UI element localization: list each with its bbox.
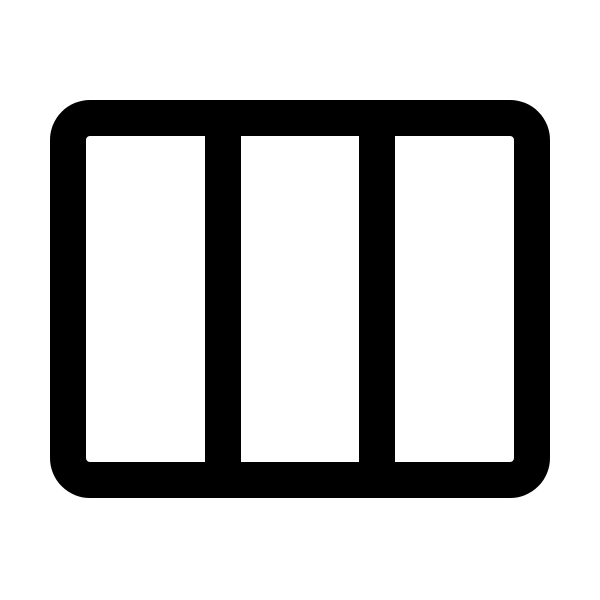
- view-column-icon: [0, 0, 600, 600]
- view-column-icon-svg: [50, 100, 550, 498]
- icon-canvas: [0, 0, 600, 600]
- icon-outer-frame: [50, 100, 550, 498]
